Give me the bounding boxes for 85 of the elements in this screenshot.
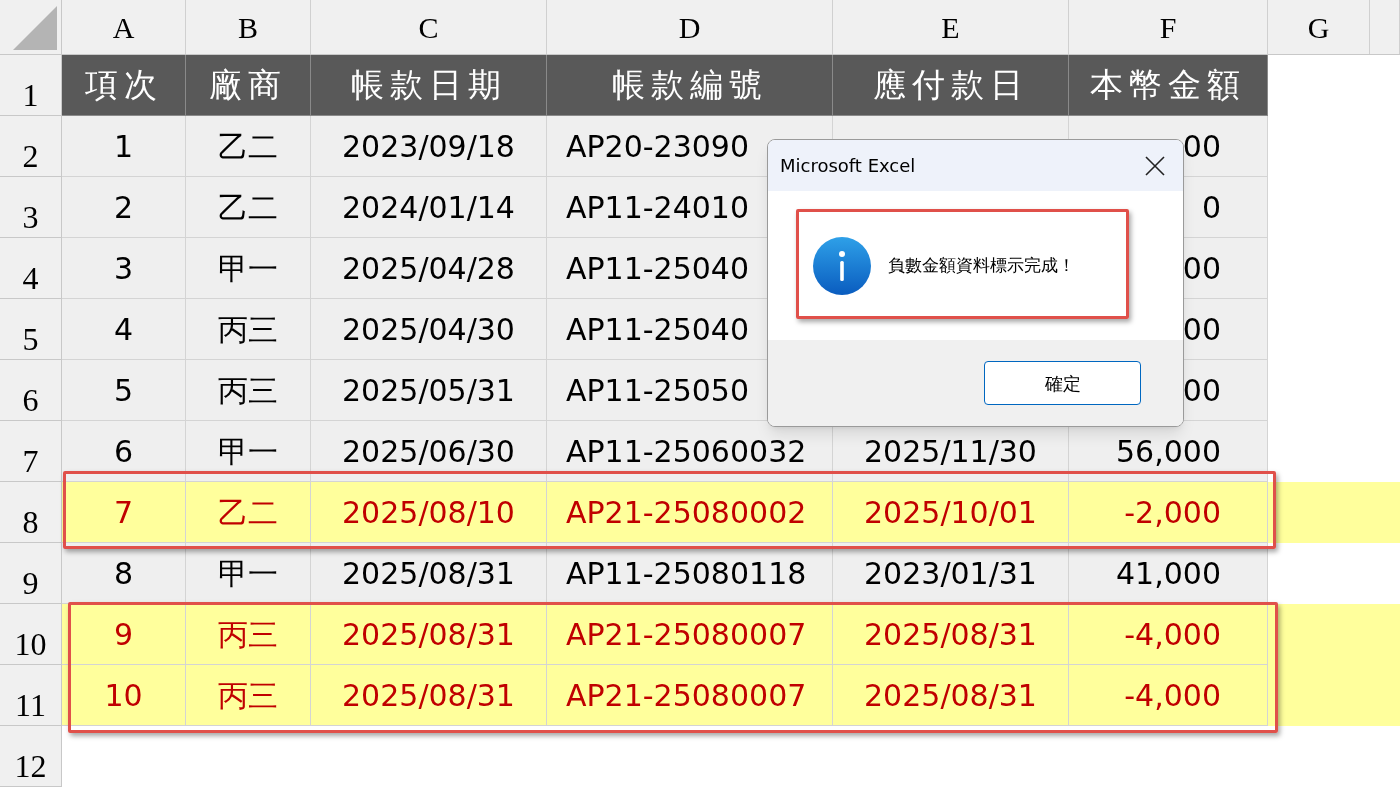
row-header: 12	[0, 726, 62, 787]
table-cell-text: AP11-25060032	[566, 432, 807, 471]
table-cell-text: 2023/09/18	[342, 127, 515, 166]
table-cell-text: -4,000	[1124, 615, 1221, 654]
info-icon	[813, 236, 871, 295]
column-header: D	[547, 0, 833, 54]
row-header: 3	[0, 177, 62, 238]
close-icon[interactable]	[1145, 155, 1165, 176]
table-cell-text: AP21-25080007	[566, 615, 807, 654]
table-cell-text: 甲一	[218, 432, 278, 471]
table-cell-text: 乙二	[218, 493, 278, 532]
table-cell-text: 2025/05/31	[342, 371, 515, 410]
table-cell-text: 3	[113, 249, 134, 288]
row-header: 7	[0, 421, 62, 482]
table-cell-text: 2025/08/10	[342, 493, 515, 532]
table-cell-text: 乙二	[218, 127, 278, 166]
dialog-message: 負數金額資料標示完成！	[888, 253, 1075, 277]
column-heading: 本幣金額	[1069, 55, 1268, 116]
column-header: B	[186, 0, 311, 54]
table-cell-text: 5	[113, 371, 134, 410]
row-header: 10	[0, 604, 62, 665]
table-cell-text: 2025/08/31	[864, 615, 1037, 654]
table-cell-text: 41,000	[1116, 554, 1221, 593]
table-cell-text: AP20-23090	[566, 127, 750, 166]
table-cell-text: -4,000	[1124, 676, 1221, 715]
table-cell-text: 2025/04/30	[342, 310, 515, 349]
table-cell-text: 00	[1182, 127, 1221, 166]
table-cell-text: AP11-24010	[566, 188, 750, 227]
table-cell-text: 丙三	[218, 676, 278, 715]
table-cell-text: AP11-25050	[566, 371, 750, 410]
table-cell-text: 7	[113, 493, 134, 532]
dialog-title: Microsoft Excel	[780, 154, 916, 178]
table-cell-text: 0	[1201, 188, 1221, 227]
column-heading: 廠商	[186, 55, 311, 116]
table-cell-text: 丙三	[218, 310, 278, 349]
table-cell-text: -2,000	[1124, 493, 1221, 532]
table-cell-text: 丙三	[218, 615, 278, 654]
row-header: 8	[0, 482, 62, 543]
table-cell-text: 00	[1182, 249, 1221, 288]
column-header: E	[833, 0, 1069, 54]
row-header: 11	[0, 665, 62, 726]
table-cell-text: 8	[113, 554, 134, 593]
column-header: G	[1268, 0, 1370, 54]
row-header: 4	[0, 238, 62, 299]
table-cell-text: 甲一	[218, 554, 278, 593]
row-header: 6	[0, 360, 62, 421]
table-cell-text: AP11-25040	[566, 310, 750, 349]
table-cell-text: AP21-25080002	[566, 493, 807, 532]
table-cell-text: 乙二	[218, 188, 278, 227]
table-cell-text: AP11-25080118	[566, 554, 807, 593]
row-header: 2	[0, 116, 62, 177]
table-cell-text: AP21-25080007	[566, 676, 807, 715]
table-cell-text: 1	[113, 127, 134, 166]
row-header: 9	[0, 543, 62, 604]
table-cell-text: 2025/08/31	[342, 676, 515, 715]
table-cell-text: 2	[113, 188, 134, 227]
table-cell-text: 00	[1182, 310, 1221, 349]
table-cell-text: 2025/11/30	[864, 432, 1037, 471]
table-cell-text: 00	[1182, 371, 1221, 410]
table-cell-text: 2024/01/14	[342, 188, 515, 227]
table-cell-text: 2025/10/01	[864, 493, 1037, 532]
column-heading: 帳款日期	[311, 55, 547, 116]
column-header: C	[311, 0, 547, 54]
table-cell-text: 2025/04/28	[342, 249, 515, 288]
table-cell-text: 10	[104, 676, 143, 715]
table-cell-text: 4	[113, 310, 134, 349]
table-cell-text: 2023/01/31	[864, 554, 1037, 593]
table-cell-text: 56,000	[1116, 432, 1221, 471]
column-heading: 應付款日	[833, 55, 1069, 116]
table-cell-text: 2025/08/31	[342, 615, 515, 654]
table-cell-text: 9	[113, 615, 134, 654]
row-header: 5	[0, 299, 62, 360]
column-header: F	[1069, 0, 1268, 54]
column-heading: 項次	[62, 55, 186, 116]
table-cell-text: 甲一	[218, 249, 278, 288]
column-header: A	[62, 0, 186, 54]
table-cell-text: 2025/08/31	[342, 554, 515, 593]
table-cell-text: AP11-25040	[566, 249, 750, 288]
column-heading: 帳款編號	[547, 55, 833, 116]
row-header: 1	[0, 55, 62, 116]
table-cell-text: 2025/08/31	[864, 676, 1037, 715]
table-cell-text: 6	[113, 432, 134, 471]
ok-button[interactable]: 確定	[984, 361, 1141, 405]
table-cell-text: 丙三	[218, 371, 278, 410]
table-cell-text: 2025/06/30	[342, 432, 515, 471]
